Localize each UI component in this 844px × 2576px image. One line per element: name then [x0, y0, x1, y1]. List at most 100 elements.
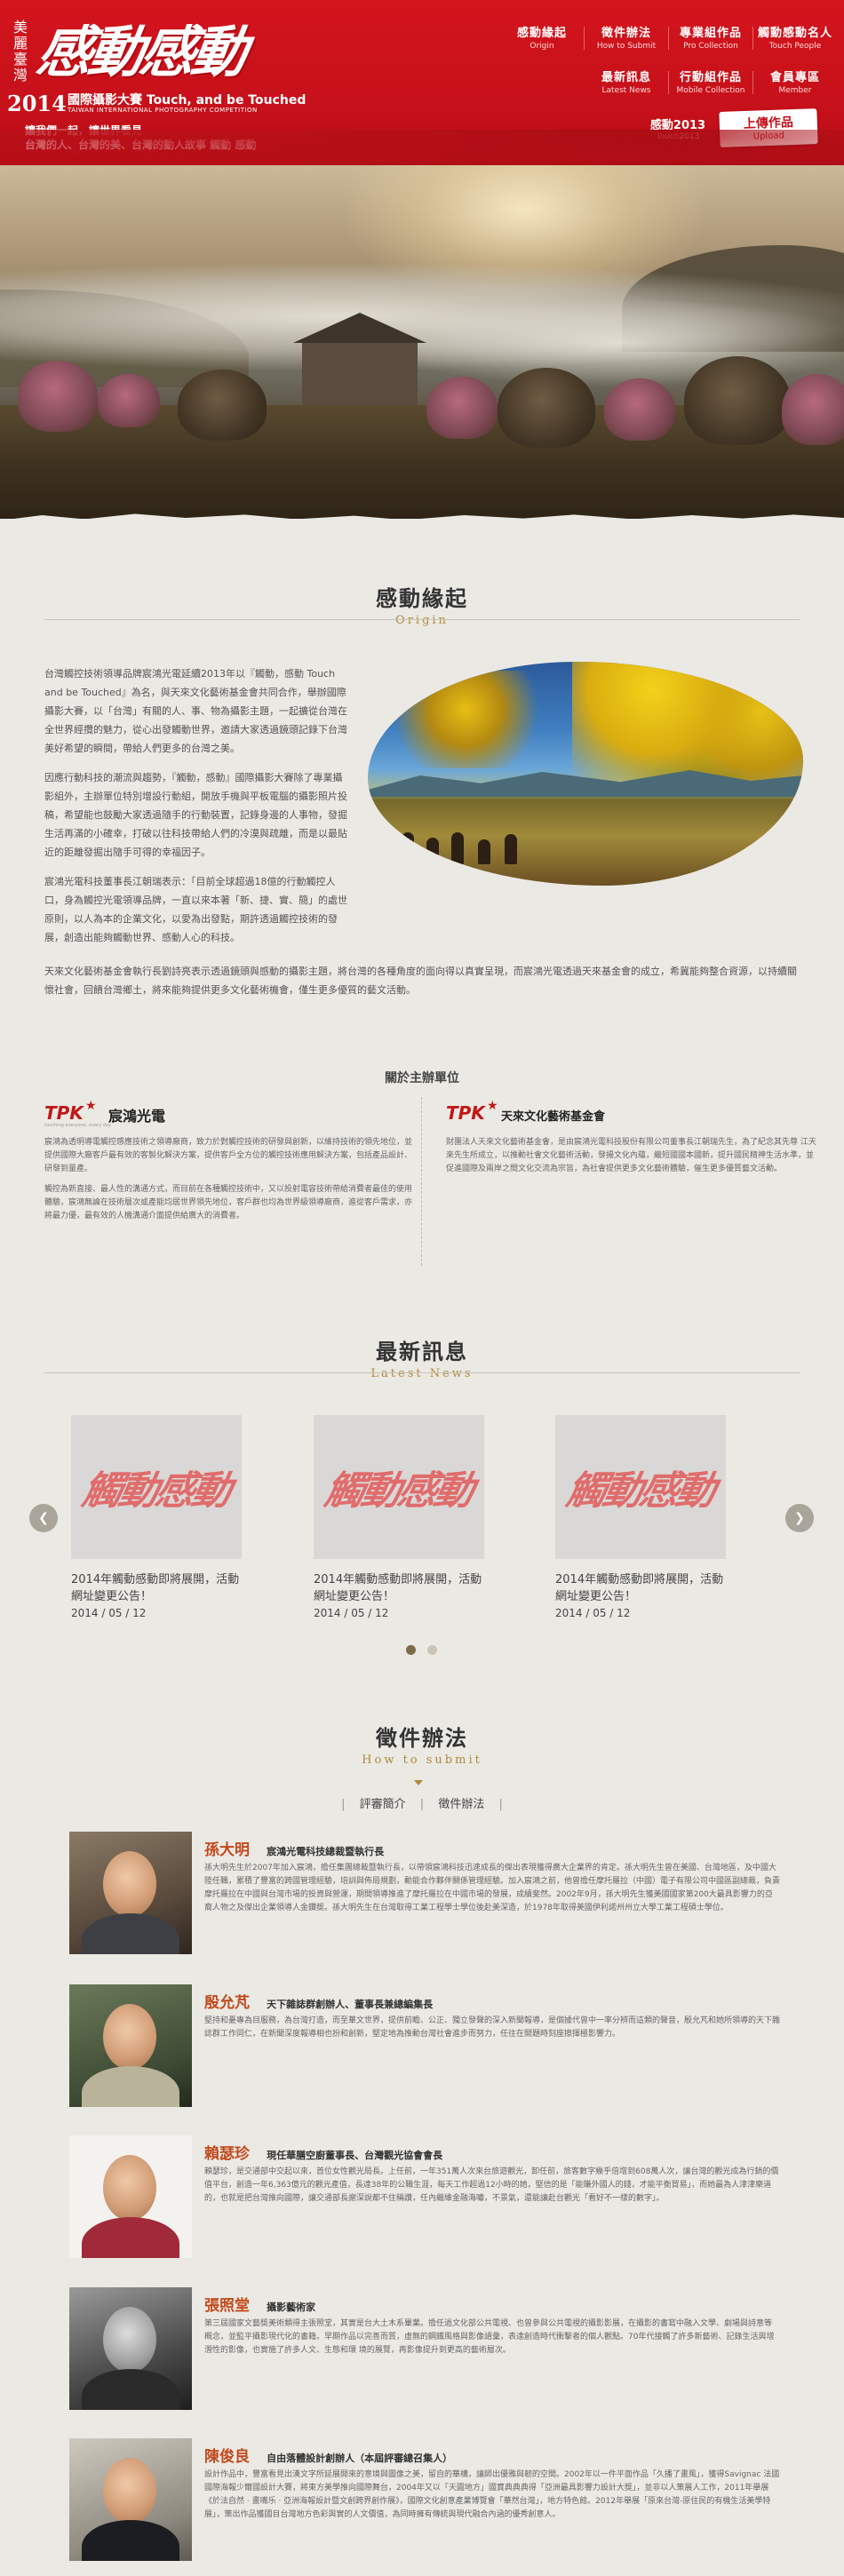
news-date: 2014 / 05 / 12 — [314, 1607, 389, 1619]
nav-mobile-collection-sub: Mobile Collection — [676, 86, 745, 95]
judge-title: 現任華膳空廚董事長、台灣觀光協會會長 — [267, 2150, 443, 2161]
news-next-button[interactable]: ❯ — [785, 1504, 814, 1532]
judge-name: 陳俊良 — [204, 2448, 250, 2466]
origin-paragraph-wide: 天來文化藝術基金會執行長劉詩亮表示透過鏡頭與感動的攝影主題，將台灣的各種角度的面… — [44, 966, 797, 996]
tab-rules[interactable]: 徵件辦法 — [427, 1798, 495, 1811]
judge-bio: 設計作品中，豐富看見出漢文字所延展開來的意境與圖像之美，留自的華構，讓師出優雅與… — [204, 2470, 780, 2519]
nav-touch-people[interactable]: 觸動感動名人 Touch People — [755, 23, 835, 51]
tpk-paragraph: 宸鴻為透明導電觸控感應技術之領導廠商，致力於對觸控技術的研發與創新，以維持技術的… — [44, 1138, 413, 1173]
upload-button[interactable]: 上傳作品 Upload — [719, 108, 818, 147]
nav-origin[interactable]: 感動緣起 Origin — [502, 23, 582, 51]
hero-landscape-image — [0, 165, 844, 519]
hero-tree — [426, 377, 498, 439]
news-thumbnail-logo: 觸動感動 — [321, 1468, 475, 1514]
sponsor-divider — [421, 1097, 422, 1266]
nav-pro-collection-label: 專業組作品 — [679, 27, 742, 40]
logo-year: 2014 — [7, 91, 67, 116]
nav-mobile-collection-label: 行動組作品 — [679, 71, 742, 84]
news-section-title: 最新訊息 Latest News — [0, 1334, 844, 1380]
origin-paragraph: 因應行動科技的潮流與趨勢，『觸動，感動』國際攝影大賽除了專業攝影組外，主辦單位特… — [44, 772, 347, 858]
judge-header: 殷允芃 天下雜誌群創辦人、董事長兼總編集長 — [204, 1990, 780, 2012]
news-date: 2014 / 05 / 12 — [555, 1607, 631, 1619]
nav-origin-sub: Origin — [529, 42, 554, 51]
tab-divider: | — [419, 1798, 425, 1811]
news-headline[interactable]: 2014年觸動感動即將展開，活動網址變更公告！ — [314, 1571, 484, 1605]
slogan-line-1: 讓我們一起，讓世界看見 — [25, 124, 143, 137]
portrait-face — [103, 2155, 156, 2221]
chevron-right-icon: ❯ — [794, 1511, 805, 1525]
nav-divider — [668, 71, 669, 94]
nav-member[interactable]: 會員專區 Member — [755, 68, 835, 95]
origin-subtitle: Origin — [395, 614, 449, 627]
news-prev-button[interactable]: ❮ — [29, 1504, 58, 1532]
photo-golden-blossom — [394, 671, 572, 768]
portrait-body — [82, 2369, 179, 2410]
portrait-face — [103, 2307, 156, 2373]
carousel-dot[interactable] — [427, 1645, 437, 1655]
judge-header: 孫大明 宸鴻光電科技總裁暨執行長 — [204, 1837, 780, 1859]
portrait-body — [82, 1913, 179, 1954]
touch-2013-link[interactable]: 感動2013 Touch2013 — [638, 115, 718, 141]
nav-how-to-submit[interactable]: 徵件辦法 How to Submit — [586, 23, 666, 51]
tab-judges[interactable]: 評審簡介 — [349, 1798, 417, 1811]
nav-divider — [752, 71, 753, 94]
upload-button-sub: Upload — [752, 131, 785, 142]
news-headline[interactable]: 2014年觸動感動即將展開，活動網址變更公告！ — [71, 1571, 242, 1605]
nav-origin-label: 感動緣起 — [516, 27, 567, 40]
hero-tree — [98, 374, 160, 427]
judge-photo — [69, 2135, 192, 2258]
nav-touch-people-label: 觸動感動名人 — [757, 27, 832, 40]
competition-title-en: TAIWAN INTERNATIONAL PHOTOGRAPHY COMPETI… — [68, 107, 258, 114]
judge-name: 張照堂 — [204, 2297, 250, 2315]
upload-button-label: 上傳作品 — [743, 115, 794, 131]
portrait-body — [82, 2217, 179, 2258]
site-header: 美麗臺灣 感動感動 2014 國際攝影大賽 Touch, and be Touc… — [0, 0, 844, 165]
touch-2013-label: 感動2013 — [649, 119, 706, 132]
nav-pro-collection[interactable]: 專業組作品 Pro Collection — [671, 23, 751, 51]
submit-section-title: 徵件辦法 How to submit — [0, 1721, 844, 1767]
slogan-line-2: 台灣的人、台灣的美、台灣的動人故事 觸動 感動 — [25, 139, 257, 151]
star-icon: ★ — [85, 1099, 97, 1113]
hero-tree — [498, 368, 595, 448]
judge-header: 陳俊良 自由落體設計創辦人（本屆評審總召集人） — [204, 2444, 780, 2466]
hero-tree — [604, 378, 675, 441]
tab-divider: | — [341, 1798, 346, 1811]
news-card[interactable]: 觸動感動 2014年觸動感動即將展開，活動網址變更公告！ 2014 / 05 /… — [555, 1415, 726, 1619]
nav-pro-collection-sub: Pro Collection — [683, 42, 738, 51]
news-card[interactable]: 觸動感動 2014年觸動感動即將展開，活動網址變更公告！ 2014 / 05 /… — [314, 1415, 484, 1619]
photo-people — [393, 811, 535, 864]
nav-touch-people-sub: Touch People — [768, 42, 822, 51]
judge-title: 天下雜誌群創辦人、董事長兼總編集長 — [267, 1999, 434, 2010]
nav-divider — [752, 27, 753, 50]
star-icon: ★ — [487, 1099, 498, 1113]
tpk-logo[interactable]: TPK ★ 宸鴻光電 touching everyone, every day — [44, 1099, 418, 1131]
portrait-face — [103, 2004, 156, 2070]
section-divider — [44, 1372, 800, 1373]
news-date: 2014 / 05 / 12 — [71, 1607, 147, 1619]
news-card[interactable]: 觸動感動 2014年觸動感動即將展開，活動網址變更公告！ 2014 / 05 /… — [71, 1415, 242, 1619]
judge-photo — [69, 2438, 192, 2561]
judge-title: 攝影藝術家 — [267, 2302, 316, 2313]
news-thumbnail: 觸動感動 — [314, 1415, 484, 1559]
competition-title: 國際攝影大賽 Touch, and be Touched — [68, 93, 307, 107]
nav-member-sub: Member — [778, 86, 812, 95]
tianlai-logo[interactable]: TPK ★ 天來文化藝術基金會 — [446, 1099, 819, 1131]
judge-photo — [69, 1832, 192, 1954]
nav-divider — [668, 27, 669, 50]
news-headline[interactable]: 2014年觸動感動即將展開，活動網址變更公告！ — [555, 1571, 726, 1605]
nav-member-label: 會員專區 — [769, 71, 820, 84]
section-divider — [44, 619, 800, 620]
tpk-paragraph: 觸控為新直接、最人性的溝通方式，而目前在各種觸控技術中，又以投射電容技術帶給消費… — [44, 1185, 413, 1220]
news-thumbnail: 觸動感動 — [555, 1415, 726, 1559]
tab-divider: | — [498, 1798, 503, 1811]
tpk-description: 宸鴻為透明導電觸控感應技術之領導廠商，致力於對觸控技術的研發與創新，以維持技術的… — [44, 1136, 418, 1223]
carousel-dot-active[interactable] — [406, 1645, 416, 1655]
hero-tree — [178, 370, 267, 441]
origin-title: 感動緣起 — [376, 585, 468, 611]
origin-paragraph: 台灣觸控技術領導品牌宸鴻光電延續2013年以『觸動，感動 Touch and b… — [44, 668, 347, 754]
judge-name: 殷允芃 — [204, 1994, 250, 2012]
logo-calligraphy[interactable]: 感動感動 — [32, 12, 301, 92]
nav-latest-news[interactable]: 最新訊息 Latest News — [586, 68, 666, 95]
judge-name: 賴瑟珍 — [204, 2145, 250, 2163]
nav-mobile-collection[interactable]: 行動組作品 Mobile Collection — [671, 68, 751, 95]
